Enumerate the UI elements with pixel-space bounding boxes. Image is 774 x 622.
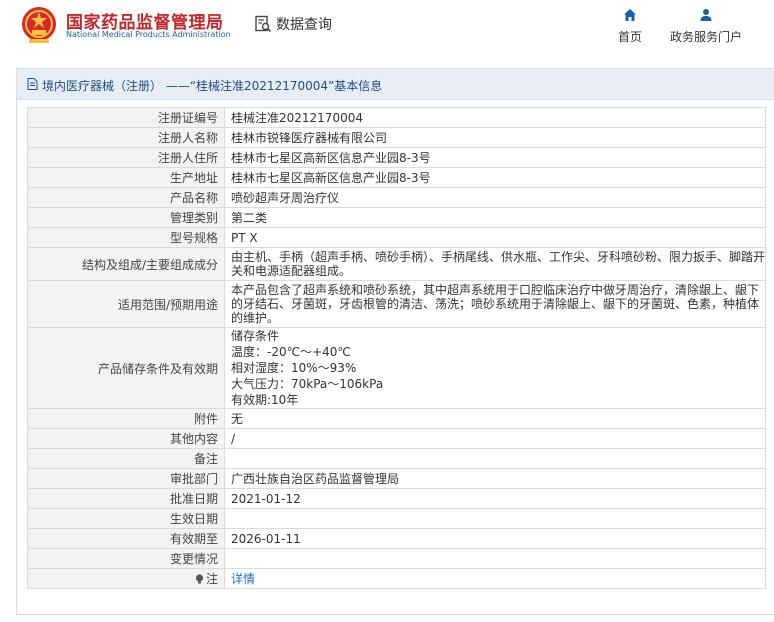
field-value: 2021-01-12 [224,488,766,509]
field-label: 注册人名称 [27,127,225,148]
storage-line: 储存条件 [231,329,280,343]
field-value: 桂林市锐锋医疗器械有限公司 [224,127,766,148]
table-row: 变更情况 [27,548,766,569]
field-label: 变更情况 [27,548,225,569]
table-row: 注册人名称 桂林市锐锋医疗器械有限公司 [27,127,766,148]
table-row: 产品名称 喷砂超声牙周治疗仪 [27,187,766,208]
field-value: 2026-01-11 [224,528,766,549]
field-value: 桂林市七星区高新区信息产业园8-3号 [224,167,766,188]
details-link[interactable]: 详情 [231,572,255,586]
field-value: 桂林市七星区高新区信息产业园8-3号 [224,147,766,168]
registration-info-table: 注册证编号 桂械注准20212170004 注册人名称 桂林市锐锋医疗器械有限公… [27,107,766,589]
table-row: 批准日期 2021-01-12 [27,488,766,509]
table-row: 型号规格 PT X [27,227,766,248]
storage-line: 相对湿度：10%～93% [231,361,357,375]
user-icon [700,9,712,21]
nav-home-label: 首页 [617,30,642,44]
table-row: 管理类别 第二类 [27,207,766,228]
field-label: 注 [205,572,218,586]
table-row: 产品储存条件及有效期 储存条件 温度：-20℃～+40℃ 相对湿度：10%～93… [27,327,766,409]
field-value [224,548,766,569]
brand-subtitle: National Medical Products Administration [66,30,231,39]
table-row: 生效日期 [27,508,766,529]
field-label: 适用范围/预期用途 [27,280,225,328]
field-label: 注册证编号 [27,107,225,128]
nav-home[interactable]: 首页 [614,8,646,45]
field-label: 管理类别 [27,207,225,228]
field-value: 广西壮族自治区药品监督管理局 [224,468,766,489]
storage-conditions: 储存条件 温度：-20℃～+40℃ 相对湿度：10%～93% 大气压力：70kP… [224,327,766,409]
table-row: 结构及组成/主要组成成分 由主机、手柄（超声手柄、喷砂手柄）、手柄尾线、供水瓶、… [27,247,766,281]
field-label: 其他内容 [27,428,225,449]
field-label: 结构及组成/主要组成成分 [27,247,225,281]
table-row: 注册证编号 桂械注准20212170004 [27,107,766,128]
field-label: 备注 [27,448,225,469]
field-label: 生效日期 [27,508,225,529]
info-bulb-icon [195,574,204,584]
site-header: 国家药品监督管理局 National Medical Products Admi… [0,0,774,62]
field-value: PT X [224,227,766,248]
field-value: 无 [224,408,766,429]
table-row: 注册人住所 桂林市七星区高新区信息产业园8-3号 [27,147,766,168]
panel-title-bar: 境内医疗器械（注册） ——“桂械注准20212170004”基本信息 [17,69,774,100]
storage-line: 温度：-20℃～+40℃ [231,345,351,359]
data-query-link[interactable]: 数据查询 [254,14,332,34]
field-value: 桂械注准20212170004 [224,107,766,128]
field-value: 喷砂超声牙周治疗仪 [224,187,766,208]
storage-line: 有效期:10年 [231,393,299,407]
field-value [224,508,766,529]
field-label: 型号规格 [27,227,225,248]
field-value: 由主机、手柄（超声手柄、喷砂手柄）、手柄尾线、供水瓶、工作尖、牙科喷砂粉、限力扳… [224,247,766,281]
home-icon [624,9,636,21]
table-row: 生产地址 桂林市七星区高新区信息产业园8-3号 [27,167,766,188]
table-row: 注 详情 [27,568,766,589]
table-row: 附件 无 [27,408,766,429]
field-label: 批准日期 [27,488,225,509]
field-value: 第二类 [224,207,766,228]
field-value: 本产品包含了超声系统和喷砂系统，其中超声系统用于口腔临床治疗中做牙周治疗，清除龈… [224,280,766,328]
data-query-label: 数据查询 [276,17,332,33]
table-row: 审批部门 广西壮族自治区药品监督管理局 [27,468,766,489]
table-row: 有效期至 2026-01-11 [27,528,766,549]
field-label: 生产地址 [27,167,225,188]
table-row: 备注 [27,448,766,469]
details-cell: 详情 [224,568,766,589]
nav-service-portal[interactable]: 政务服务门户 [668,8,744,45]
nav-service-label: 政务服务门户 [669,30,742,44]
field-value [224,448,766,469]
field-label: 注册人住所 [27,147,225,168]
field-label: 审批部门 [27,468,225,489]
field-label: 产品储存条件及有效期 [27,327,225,409]
note-label-cell: 注 [27,568,225,589]
field-label: 有效期至 [27,528,225,549]
search-document-icon [255,15,272,33]
table-row: 适用范围/预期用途 本产品包含了超声系统和喷砂系统，其中超声系统用于口腔临床治疗… [27,280,766,328]
document-icon [27,78,38,90]
national-emblem-icon [22,7,56,43]
table-row: 其他内容 / [27,428,766,449]
detail-panel: 境内医疗器械（注册） ——“桂械注准20212170004”基本信息 注册证编号… [16,68,774,615]
field-label: 产品名称 [27,187,225,208]
field-label: 附件 [27,408,225,429]
panel-title: 境内医疗器械（注册） ——“桂械注准20212170004”基本信息 [42,79,383,93]
storage-line: 大气压力：70kPa～106kPa [231,377,384,391]
field-value: / [224,428,766,449]
